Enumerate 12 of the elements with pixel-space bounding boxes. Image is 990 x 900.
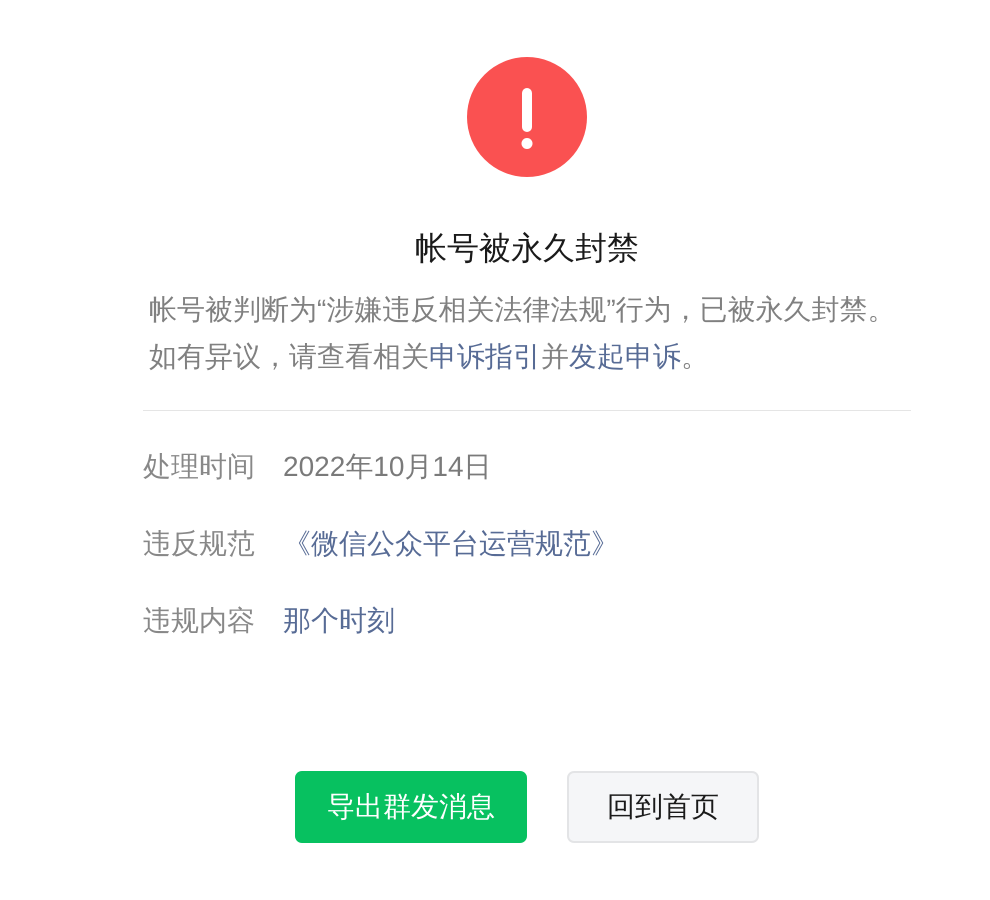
home-button[interactable]: 回到首页 [567, 771, 759, 843]
error-exclamation-icon [467, 57, 587, 177]
description-text: 帐号被判断为“涉嫌违反相关法律法规”行为，已被永久封禁。 如有异议，请查看相关申诉指引 并发起申诉。 [148, 293, 897, 374]
detail-link[interactable]: 那个时刻 [283, 603, 395, 639]
detail-label: 处理时间 [143, 450, 256, 484]
detail-link[interactable]: 《微信公众平台运营规范》 [283, 526, 619, 562]
page-title: 帐号被永久封禁 [415, 229, 639, 268]
detail-label: 违规内容 [143, 604, 256, 638]
appeal-link[interactable]: 发起申诉 [569, 341, 681, 372]
appeal-link[interactable]: 申诉指引 [429, 341, 541, 372]
detail-value: 2022年10月14日 [283, 450, 492, 484]
detail-label: 违反规范 [143, 527, 256, 561]
